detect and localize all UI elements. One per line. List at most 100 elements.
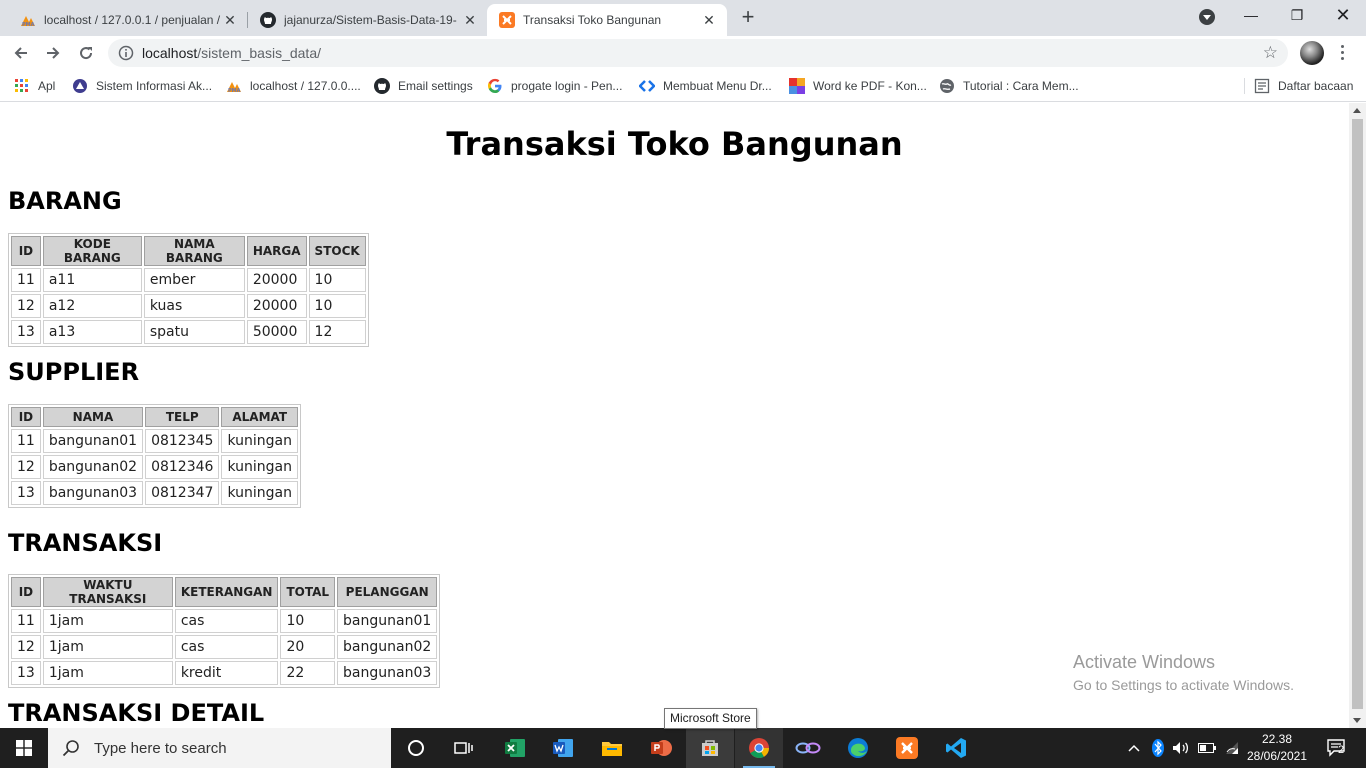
forward-button[interactable] [40,40,66,66]
bookmark-label: Email settings [398,79,473,93]
show-hidden-icons-chevron-icon[interactable] [1125,728,1143,768]
table-barang: ID KODE BARANG NAMA BARANG HARGA STOCK 1… [8,233,369,347]
table-cell: 0812347 [145,481,220,505]
bookmark-localhost[interactable]: PMA localhost / 127.0.0.... [226,76,361,96]
bookmark-label: Sistem Informasi Ak... [96,79,213,93]
edge-icon[interactable] [834,728,882,768]
close-tab-icon[interactable]: ✕ [701,12,717,28]
bookmark-divider [1244,78,1245,94]
scroll-up-arrow-icon[interactable] [1353,108,1361,113]
github-icon [374,78,390,94]
table-cell: 1jam [42,661,173,685]
profile-avatar[interactable] [1300,41,1324,65]
column-header: HARGA [246,236,307,266]
new-tab-button[interactable]: + [736,6,760,30]
page-viewport: Transaksi Toko Bangunan BARANG ID KODE B… [0,103,1349,728]
close-window-button[interactable]: ✕ [1320,0,1366,32]
table-cell: bangunan02 [42,455,144,479]
speaker-icon[interactable] [1170,728,1192,768]
tab-search-icon[interactable] [1199,9,1215,25]
tab-github[interactable]: jajanurza/Sistem-Basis-Data-19- ✕ [248,4,488,36]
start-button[interactable] [0,728,48,768]
column-header: ID [11,577,41,607]
table-row: 11 bangunan01 0812345 kuningan [11,429,298,453]
column-header: STOCK [308,236,366,266]
tab-phpmyadmin[interactable]: PMA localhost / 127.0.0.1 / penjualan / … [8,4,248,36]
clock-time: 22.38 [1261,732,1293,746]
arrow-left-icon [14,47,27,59]
bookmark-membuat-menu[interactable]: Membuat Menu Dr... [639,76,772,96]
table-cell: 1jam [42,635,173,659]
file-explorer-icon[interactable] [588,728,636,768]
address-bar[interactable]: localhost/sistem_basis_data/ ☆ [108,39,1288,67]
task-view-icon[interactable] [440,728,488,768]
bookmark-apps[interactable]: Apl [14,76,55,96]
reading-list-button[interactable]: Daftar bacaan [1254,76,1353,96]
minimize-button[interactable]: — [1228,0,1274,32]
table-cell: 13 [11,320,41,344]
tab-transaksi[interactable]: Transaksi Toko Bangunan ✕ [487,4,727,36]
microsoft-store-tooltip: Microsoft Store [664,708,757,729]
reload-button[interactable] [73,40,99,66]
link-app-icon[interactable] [784,728,832,768]
restore-button[interactable]: ❐ [1274,0,1320,32]
watermark-title: Activate Windows [1073,652,1216,672]
table-cell: bangunan01 [337,609,438,633]
table-cell: cas [174,609,279,633]
section-heading-transaksi: TRANSAKSI [8,529,163,557]
chrome-icon[interactable] [735,728,783,768]
table-cell: 11 [11,609,41,633]
info-icon[interactable] [118,45,134,61]
url-path: /sistem_basis_data/ [197,45,321,61]
xampp-icon[interactable] [883,728,931,768]
bookmark-progate[interactable]: progate login - Pen... [487,76,622,96]
bookmark-email-settings[interactable]: Email settings [374,76,473,96]
scroll-down-arrow-icon[interactable] [1353,718,1361,723]
close-tab-icon[interactable]: ✕ [462,12,478,28]
table-header-row: ID NAMA TELP ALAMAT [11,407,298,427]
reading-list-icon [1254,78,1270,94]
ilovepdf-icon [789,78,805,94]
table-header-row: ID KODE BARANG NAMA BARANG HARGA STOCK [11,236,366,266]
tab-title: jajanurza/Sistem-Basis-Data-19- [284,13,457,27]
bookmark-tutorial[interactable]: Tutorial : Cara Mem... [939,76,1079,96]
table-cell: 12 [308,320,366,344]
bluetooth-icon[interactable] [1150,728,1166,768]
taskbar-clock[interactable]: 22.38 28/06/2021 [1243,731,1311,765]
bookmark-star-icon[interactable]: ☆ [1263,43,1278,63]
wifi-icon[interactable] [1222,728,1242,768]
microsoft-store-icon[interactable] [686,728,734,768]
taskbar-search-box[interactable]: Type here to search [48,728,391,768]
battery-icon[interactable] [1197,728,1217,768]
browser-toolbar: localhost/sistem_basis_data/ ☆ [0,36,1366,70]
close-tab-icon[interactable]: ✕ [222,12,238,28]
table-cell: spatu [143,320,245,344]
menu-kebab-icon[interactable] [1334,42,1350,64]
scrollbar-thumb[interactable] [1352,119,1363,709]
powerpoint-icon[interactable] [637,728,685,768]
svg-text:PMA: PMA [22,22,35,27]
cortana-icon[interactable] [392,728,440,768]
column-header: ID [11,407,41,427]
column-header: KETERANGAN [174,577,279,607]
vertical-scrollbar[interactable] [1349,103,1366,728]
activate-windows-watermark: Activate Windows Go to Settings to activ… [1073,652,1294,693]
table-cell: 12 [11,635,41,659]
table-cell: 11 [11,429,41,453]
table-row: 13 1jam kredit 22 bangunan03 [11,661,438,685]
table-cell: bangunan03 [337,661,438,685]
windows-logo-icon [16,740,32,756]
url-text: localhost/sistem_basis_data/ [142,45,321,61]
excel-icon[interactable] [491,728,539,768]
bookmark-sistem-informasi[interactable]: Sistem Informasi Ak... [72,76,212,96]
bookmark-word-ke-pdf[interactable]: Word ke PDF - Kon... [789,76,927,96]
table-cell: ember [143,268,245,292]
vscode-icon[interactable] [932,728,980,768]
reload-icon [80,47,93,60]
table-cell: 22 [280,661,336,685]
tab-title: localhost / 127.0.0.1 / penjualan / [44,13,221,27]
back-button[interactable] [8,40,34,66]
notification-center-button[interactable]: 2 [1318,728,1358,768]
table-cell: 13 [11,481,41,505]
word-icon[interactable] [539,728,587,768]
